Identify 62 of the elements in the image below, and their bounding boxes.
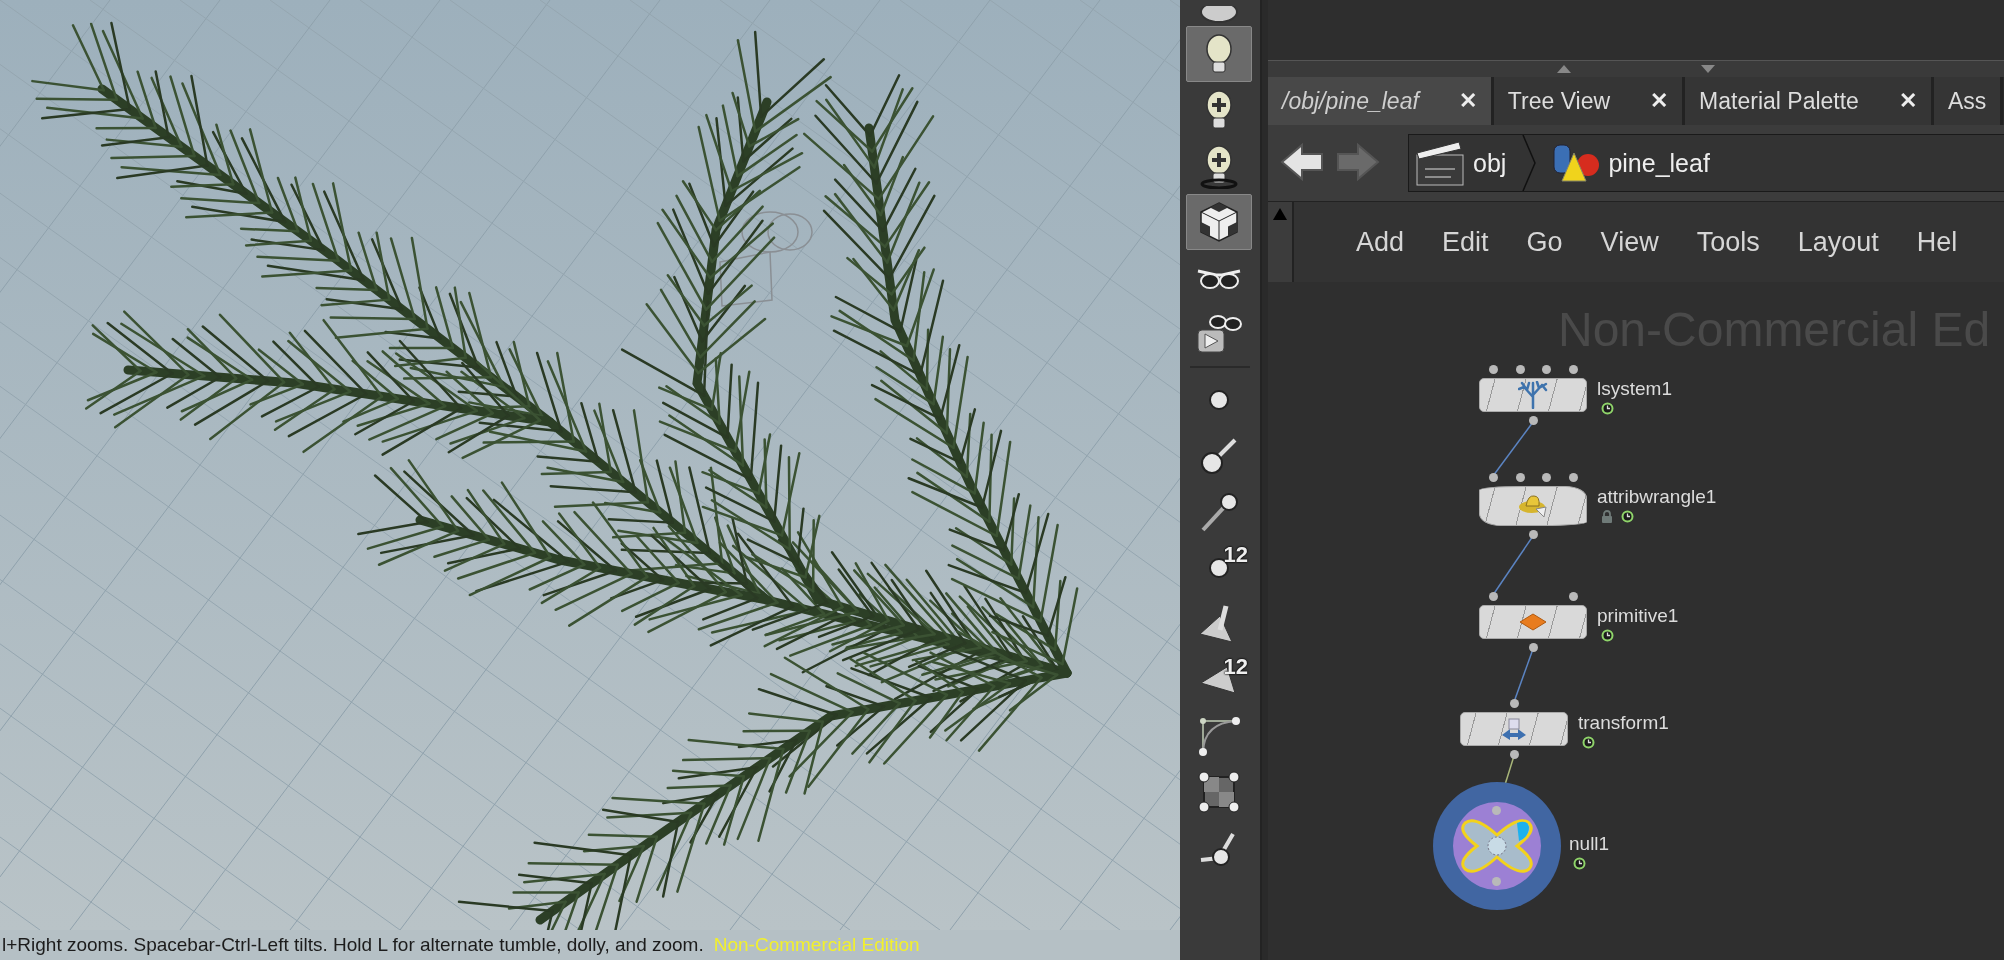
tool-button[interactable]: 12 — [1186, 540, 1252, 596]
input-dot[interactable] — [1492, 806, 1501, 815]
input-dot[interactable] — [1542, 365, 1552, 374]
input-dot[interactable] — [1569, 365, 1578, 374]
menu-item[interactable]: Hel — [1916, 226, 1958, 258]
forward-arrow-icon — [1334, 141, 1380, 182]
sphere-icon — [1207, 388, 1231, 412]
lock-icon — [1601, 510, 1613, 523]
input-dot[interactable] — [1489, 592, 1498, 601]
breadcrumb-item[interactable]: obj — [1409, 139, 1515, 187]
clock-icon — [1582, 736, 1595, 749]
input-dot[interactable] — [1510, 699, 1519, 708]
clock-icon — [1573, 856, 1586, 870]
tool-button[interactable]: 12 — [1186, 652, 1252, 708]
input-dot[interactable] — [1515, 365, 1525, 374]
tool-button[interactable] — [1186, 194, 1252, 250]
menu-item[interactable]: Go — [1526, 226, 1563, 258]
input-dot[interactable] — [1569, 473, 1578, 482]
input-dot[interactable] — [1542, 473, 1552, 482]
node-label: transform1 — [1578, 712, 1669, 734]
camera-icon — [1197, 6, 1241, 26]
input-dot[interactable] — [1489, 365, 1498, 374]
clock-icon — [1601, 629, 1614, 642]
tree-icon — [1518, 381, 1548, 409]
square-points-icon — [1198, 771, 1240, 813]
input-dot[interactable] — [1569, 592, 1578, 601]
output-dot[interactable] — [1529, 416, 1538, 425]
menu-item[interactable]: Layout — [1797, 226, 1879, 258]
clock-icon — [1621, 510, 1634, 523]
node-label: lsystem1 — [1597, 378, 1672, 400]
output-dot[interactable] — [1492, 877, 1501, 886]
curve-icon — [1198, 715, 1240, 757]
diamond-icon — [1519, 613, 1547, 631]
menu-item[interactable]: View — [1600, 226, 1659, 258]
transform-icon — [1500, 717, 1528, 741]
output-dot[interactable] — [1529, 530, 1538, 539]
node-label: null1 — [1569, 832, 1610, 855]
breadcrumb-item[interactable]: pine_leaf — [1544, 141, 1718, 185]
node-label: attribwrangle1 — [1597, 486, 1717, 508]
tool-button[interactable] — [1186, 26, 1252, 82]
point-arrow-icon — [1199, 492, 1239, 532]
clapperboard-icon — [1415, 139, 1465, 187]
back-arrow-icon — [1280, 141, 1326, 182]
input-dot[interactable] — [1515, 473, 1525, 482]
output-dot[interactable] — [1529, 643, 1538, 652]
input-dot[interactable] — [1489, 473, 1498, 482]
cowboy-hat-icon — [1518, 493, 1548, 519]
help-text: l+Right zooms. Spacebar-Ctrl-Left tilts. Hold L for alternate tumble, dolly, and zoom. — [2, 934, 704, 956]
menu-item[interactable]: Add — [1356, 226, 1405, 258]
node-label: primitive1 — [1597, 605, 1679, 627]
menu-item[interactable]: Tools — [1696, 226, 1760, 258]
cube-icon — [1197, 200, 1241, 244]
pane-tab[interactable]: Material Palette ✕ — [1685, 77, 1934, 125]
clock-icon — [1601, 402, 1614, 415]
menu-item[interactable]: Edit — [1442, 226, 1489, 258]
point-normal-icon — [1199, 436, 1239, 476]
shapes-icon — [1550, 141, 1601, 185]
output-dot[interactable] — [1510, 750, 1519, 759]
edition-label: Non-Commercial Edition — [713, 934, 920, 956]
pane-tab[interactable]: Ass — [1933, 77, 2004, 125]
pane-tab[interactable]: /obj/pine_leaf ✕ — [1268, 77, 1494, 125]
pane-tab[interactable]: Tree View ✕ — [1493, 77, 1686, 125]
